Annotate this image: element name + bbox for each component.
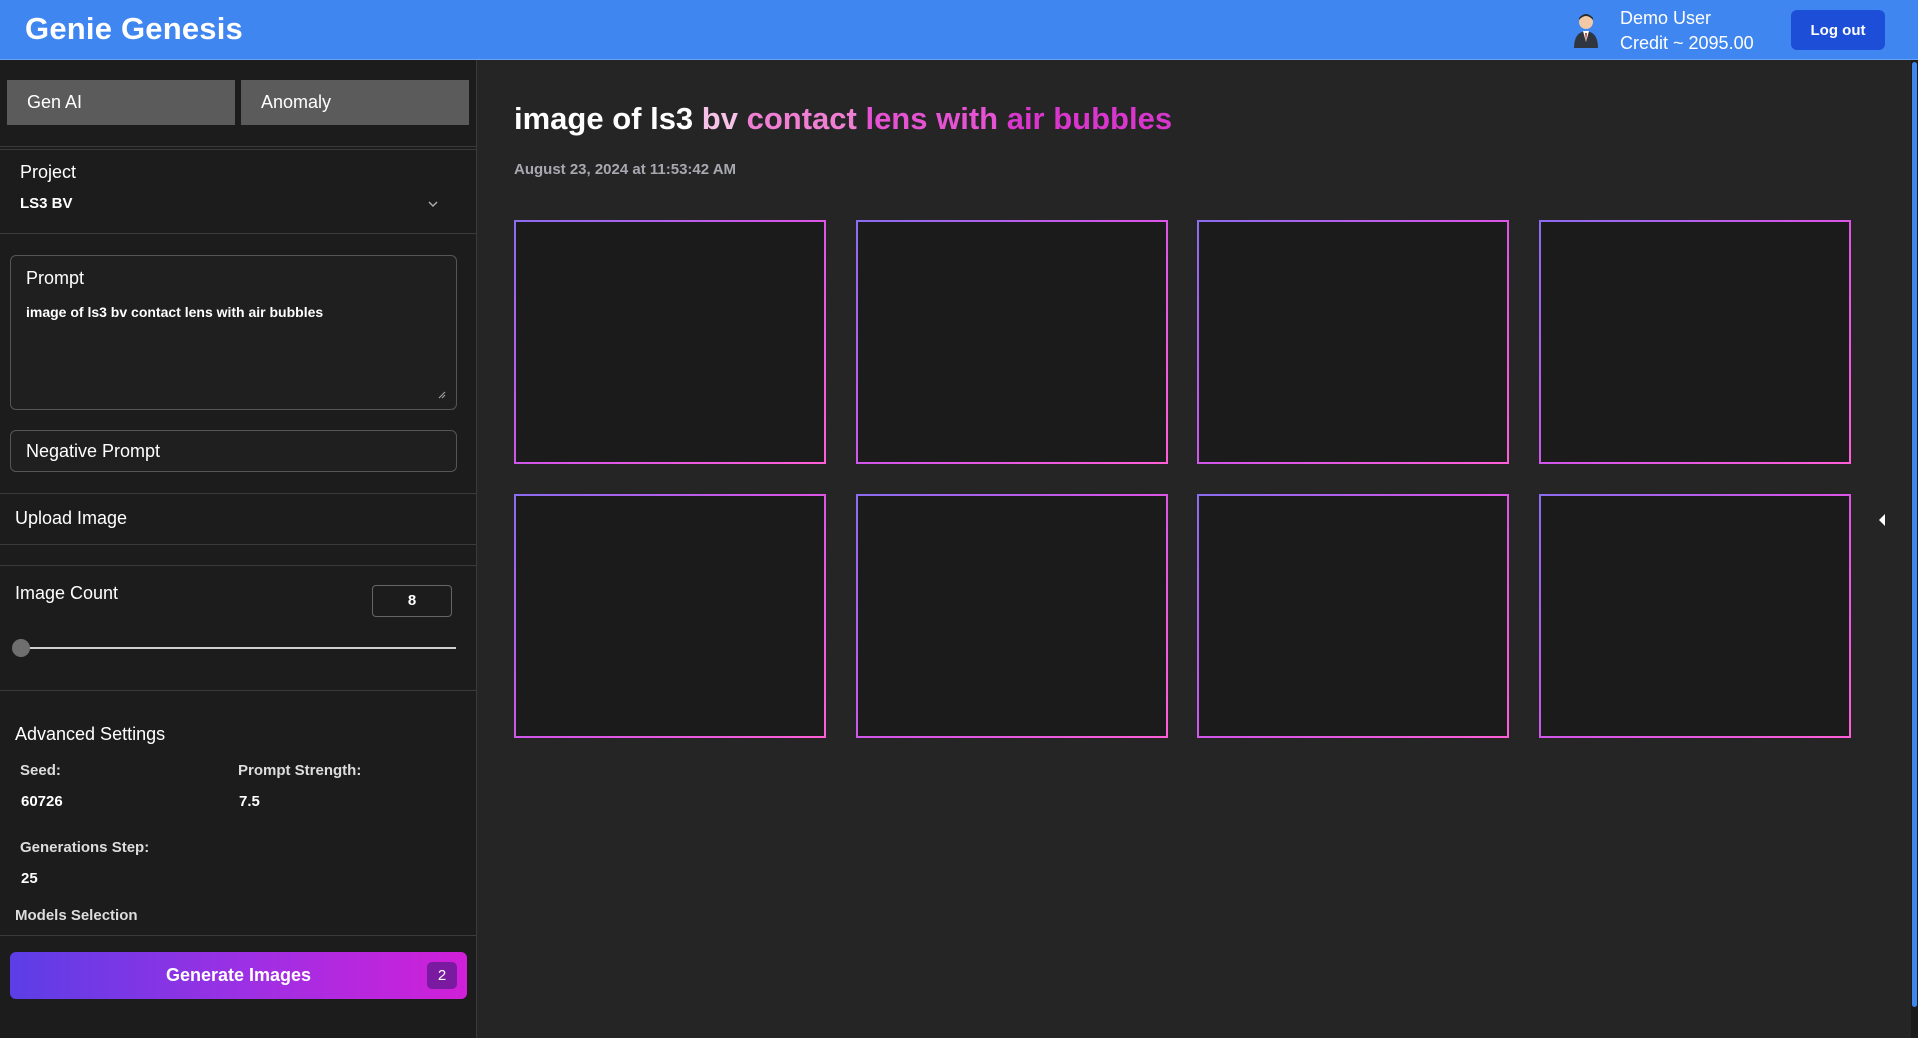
models-selection-label[interactable]: Models Selection <box>15 907 138 924</box>
image-count-slider-track[interactable] <box>20 647 456 649</box>
page-title: image of ls3 bv contact lens with air bu… <box>514 101 1172 137</box>
image-count-input[interactable]: 8 <box>372 585 452 617</box>
seed-label: Seed: <box>20 762 61 779</box>
title-part: lens with <box>865 101 1007 136</box>
title-part: bv <box>701 101 747 136</box>
image-card[interactable] <box>1197 494 1509 738</box>
image-card[interactable] <box>1539 494 1851 738</box>
prompt-strength-label: Prompt Strength: <box>238 762 362 779</box>
user-info: Demo User Credit ~ 2095.00 <box>1620 6 1754 56</box>
title-part: image of ls3 <box>514 101 702 136</box>
generate-badge: 2 <box>427 962 457 989</box>
divider <box>0 544 477 545</box>
divider <box>0 233 477 234</box>
generation-timestamp: August 23, 2024 at 11:53:42 AM <box>514 161 737 178</box>
divider <box>0 565 477 566</box>
user-name: Demo User <box>1620 8 1712 28</box>
seed-value[interactable]: 60726 <box>21 793 63 810</box>
divider <box>0 146 477 147</box>
tab-anomaly[interactable]: Anomaly <box>241 80 469 125</box>
divider <box>0 935 477 936</box>
app-title: Genie Genesis <box>25 11 243 46</box>
image-count-label: Image Count <box>15 583 119 603</box>
project-select[interactable]: LS3 BV <box>20 195 445 223</box>
user-avatar-icon <box>1574 14 1598 48</box>
image-card[interactable] <box>856 220 1168 464</box>
image-card[interactable] <box>856 494 1168 738</box>
image-card[interactable] <box>514 220 826 464</box>
upload-image-button[interactable]: Upload Image <box>15 508 127 529</box>
scrollbar-thumb[interactable] <box>1912 62 1917 1007</box>
image-count-slider-thumb[interactable] <box>12 639 30 657</box>
app-header: Genie Genesis Demo User Credit ~ 2095.00… <box>0 0 1918 60</box>
prompt-strength-value[interactable]: 7.5 <box>239 793 260 810</box>
prompt-label: Prompt <box>26 268 85 288</box>
title-part: air bubbles <box>1006 101 1173 136</box>
title-part: contact <box>746 101 866 136</box>
logout-button[interactable]: Log out <box>1791 10 1885 50</box>
prompt-text: image of ls3 bv contact lens with air bu… <box>26 304 324 320</box>
generate-images-button[interactable]: Generate Images 2 <box>10 952 467 999</box>
collapse-panel-icon[interactable] <box>1876 512 1886 528</box>
sidebar: Gen AI Anomaly Project LS3 BV Prompt ima… <box>0 60 477 1038</box>
project-label: Project <box>20 162 77 182</box>
credit-balance: Credit ~ 2095.00 <box>1620 33 1754 53</box>
advanced-settings-label: Advanced Settings <box>15 724 166 744</box>
generation-steps-label: Generations Step: <box>20 839 150 856</box>
prompt-textarea[interactable]: Prompt image of ls3 bv contact lens with… <box>10 255 457 410</box>
chevron-down-icon[interactable] <box>427 198 439 210</box>
image-card[interactable] <box>1197 220 1509 464</box>
tab-gen-ai[interactable]: Gen AI <box>7 80 235 125</box>
generation-steps-value[interactable]: 25 <box>21 870 38 887</box>
divider <box>0 690 477 691</box>
image-card[interactable] <box>1539 220 1851 464</box>
resize-handle-icon[interactable] <box>438 391 446 399</box>
negative-prompt-input[interactable]: Negative Prompt <box>10 430 457 472</box>
divider <box>0 149 477 150</box>
image-card[interactable] <box>514 494 826 738</box>
divider <box>0 493 477 494</box>
generate-images-label: Generate Images <box>165 965 312 985</box>
